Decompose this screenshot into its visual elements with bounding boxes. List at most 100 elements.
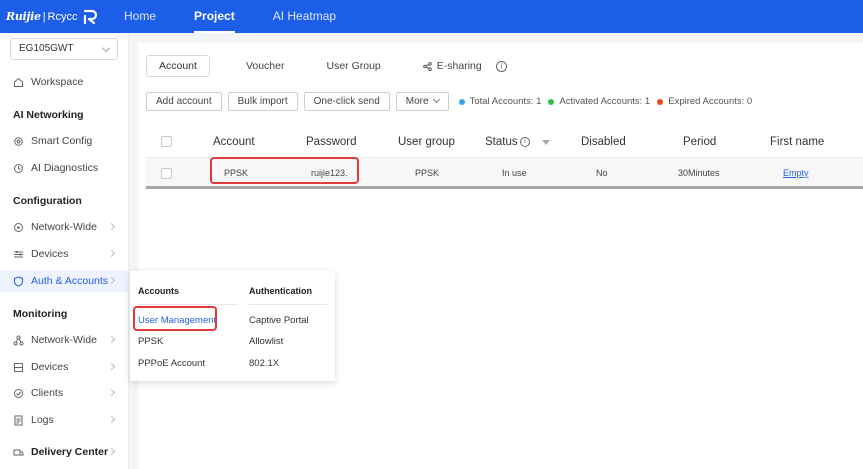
info-icon[interactable]: i [495,60,507,72]
col-account: Account [213,136,255,148]
sidebar-item-smart-config[interactable]: Smart Config [0,130,128,152]
activated-accounts-text: Activated Accounts: 1 [559,96,651,107]
add-account-button[interactable]: Add account [146,92,222,111]
brand-logo[interactable]: Ruijie | Rcycc [0,9,120,25]
cell-disabled: No [596,168,608,178]
chevron-right-icon [107,249,116,258]
total-accounts-stat: Total Accounts: 1 [458,96,542,107]
tab-e-sharing-label: E-sharing [436,60,482,72]
sidebar-item-label: Workspace [31,76,84,88]
network-icon [13,222,24,233]
chevron-right-icon [107,335,116,344]
sliders-icon [13,249,24,260]
brand-name: Ruijie [6,10,41,23]
user-management-highlight-box [133,306,217,331]
col-password: Password [306,136,357,148]
section-ai-networking: AI Networking [13,109,84,121]
chevron-right-icon [107,447,116,456]
sidebar-item-network-wide[interactable]: Network-Wide [0,216,128,238]
tab-user-group[interactable]: User Group [326,60,380,72]
sidebar-item-devices[interactable]: Devices [0,243,128,265]
device-select[interactable]: EG105GWT [10,38,118,60]
menu-item-pppoe-account[interactable]: PPPoE Account [138,358,205,369]
expired-accounts-stat: Expired Accounts: 0 [657,96,752,107]
tab-e-sharing[interactable]: E-sharing [422,60,482,72]
divider [138,304,238,305]
row-highlight-box [210,157,359,184]
clients-icon [13,388,24,399]
menu-item-captive-portal[interactable]: Captive Portal [249,315,309,326]
sidebar-item-label: Network-Wide [31,334,97,346]
workspace-icon [13,77,24,88]
cell-first-name-link[interactable]: Empty [783,158,809,189]
expired-dot-icon [657,98,664,105]
tab-account[interactable]: Account [146,55,210,77]
expired-accounts-text: Expired Accounts: 0 [668,96,753,107]
sidebar-item-label: Devices [31,248,69,260]
one-click-send-button[interactable]: One-click send [303,92,390,111]
sidebar-item-label: Smart Config [31,135,93,147]
chevron-down-icon [432,95,440,104]
sidebar-item-label: Network-Wide [31,221,97,233]
section-monitoring: Monitoring [13,308,68,320]
section-configuration: Configuration [13,195,82,207]
account-tabs: Account Voucher User Group E-sharing i [146,53,507,79]
bulk-import-button[interactable]: Bulk import [227,92,298,111]
diagnostics-icon [13,163,24,174]
brand-mark-icon [83,9,97,24]
table-header: Account Password User group Status i Dis… [146,126,863,158]
chevron-right-icon [107,415,116,424]
status-info-icon[interactable]: i [520,137,530,147]
chevron-right-icon [107,222,116,231]
total-dot-icon [458,98,465,105]
delivery-icon [13,447,24,458]
action-toolbar: Add account Bulk import One-click send M… [146,92,759,111]
sidebar-item-auth-accounts[interactable]: Auth & Accounts [0,270,128,292]
cell-period: 30Minutes [678,168,720,178]
brand-separator: | [42,10,46,23]
brand-product: Rcycc [47,10,78,23]
col-user-group: User group [398,136,455,148]
menu-item-8021x[interactable]: 802.1X [249,358,279,369]
nav-project[interactable]: Project [194,0,235,33]
sidebar-item-clients[interactable]: Clients [0,382,128,404]
menu-item-allowlist[interactable]: Allowlist [249,336,283,347]
total-accounts-text: Total Accounts: 1 [469,96,542,107]
tab-voucher[interactable]: Voucher [246,60,285,72]
nav-home[interactable]: Home [124,0,156,33]
sidebar-item-label: Clients [31,387,64,399]
activated-dot-icon [548,98,555,105]
select-all-checkbox[interactable] [161,136,172,147]
main-nav: Home Project AI Heatmap [124,0,374,33]
sidebar-item-monitoring-network-wide[interactable]: Network-Wide [0,329,128,351]
menu-item-ppsk[interactable]: PPSK [138,336,163,347]
sidebar-item-label: AI Diagnostics [31,162,99,174]
chevron-down-icon [101,43,111,53]
sidebar-item-workspace[interactable]: Workspace [0,71,128,93]
chevron-right-icon [107,276,116,285]
col-status-label: Status [485,136,518,148]
sidebar-item-monitoring-devices[interactable]: Devices [0,356,128,378]
submenu-auth-heading: Authentication [249,286,312,296]
sidebar-item-delivery-center[interactable]: Delivery Center [0,441,128,463]
sidebar: EG105GWT Workspace AI Networking Smart C… [0,33,129,469]
chevron-right-icon [107,388,116,397]
chevron-right-icon [107,362,116,371]
more-label: More [405,96,429,107]
sidebar-item-label: Devices [31,361,69,373]
col-disabled: Disabled [581,136,626,148]
filter-icon[interactable] [542,140,550,145]
gear-icon [13,136,24,147]
sidebar-item-label: Auth & Accounts [31,275,109,287]
sidebar-item-logs[interactable]: Logs [0,409,128,431]
sidebar-item-ai-diagnostics[interactable]: AI Diagnostics [0,157,128,179]
col-status: Status [485,126,518,158]
logs-icon [13,415,24,426]
divider [249,304,327,305]
nav-ai-heatmap[interactable]: AI Heatmap [273,0,336,33]
submenu-accounts-heading: Accounts [138,286,180,296]
more-dropdown-button[interactable]: More [395,92,449,111]
col-first-name: First name [770,136,825,148]
device-list-icon [13,362,24,373]
row-checkbox[interactable] [161,168,172,179]
